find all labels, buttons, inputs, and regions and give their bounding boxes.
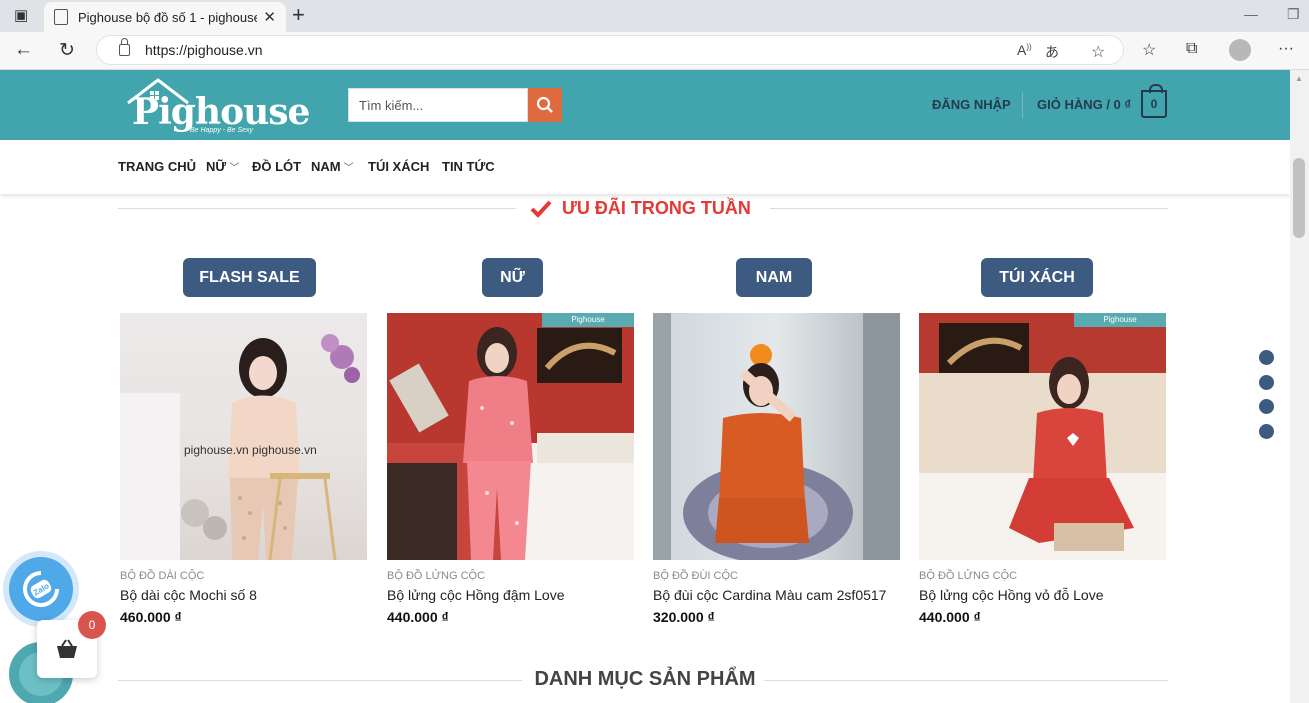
lock-icon [119, 38, 130, 56]
chevron-down-icon: ﹀ [343, 163, 354, 174]
search-button[interactable] [528, 88, 562, 122]
product-image[interactable] [653, 313, 900, 560]
product-price: 320.000 ₫ [653, 609, 715, 625]
brand-stamp: Pighouse [542, 313, 634, 327]
menu-item-tui-xach[interactable]: TÚI XÁCH [368, 159, 429, 174]
more-menu-icon[interactable]: ··· [1278, 40, 1294, 58]
search-icon [536, 96, 553, 113]
favorites-icon[interactable]: ☆ [1142, 40, 1156, 60]
section-divider [118, 208, 516, 209]
read-aloud-icon[interactable]: A)) [1017, 42, 1032, 58]
address-bar: ← ↻ https://pighouse.vn A)) あ ☆ ☆ ⧉ ··· [0, 32, 1309, 70]
main-menu: TRANG CHỦ NỮ ﹀ ĐỒ LÓT NAM ﹀ TÚI XÁCH TIN T… [0, 140, 1290, 194]
translate-icon[interactable]: あ [1045, 42, 1059, 62]
product-name[interactable]: Bộ lửng cộc Hồng đậm Love [387, 587, 634, 603]
scrollbar[interactable]: ▲ [1290, 70, 1309, 703]
image-watermark: pighouse.vn pighouse.vn [184, 443, 317, 457]
section-divider [770, 208, 1168, 209]
logo-tagline: Be Happy - Be Sexy [190, 127, 254, 134]
product-name[interactable]: Bộ lửng cộc Hồng vỏ đỗ Love [919, 587, 1166, 603]
product-category: BỘ ĐỒ LỬNG CỘC [919, 570, 1018, 582]
menu-item-nu[interactable]: NỮ ﹀ [206, 159, 239, 174]
checkmark-icon [530, 200, 552, 218]
cart-bag-icon[interactable]: 0 [1141, 84, 1167, 118]
scroll-up-icon[interactable]: ▲ [1295, 74, 1303, 83]
menu-item-do-lot[interactable]: ĐỒ LÓT [252, 159, 301, 174]
menu-item-nam[interactable]: NAM ﹀ [311, 159, 354, 174]
back-icon[interactable]: ← [14, 39, 33, 61]
site-logo[interactable]: Pighouse Be Happy - Be Sexy [122, 75, 310, 137]
product-category: BỘ ĐỒ DÀI CỘC [120, 570, 205, 582]
product-category: BỘ ĐỒ LỬNG CỘC [387, 570, 486, 582]
brand-stamp: Pighouse [1074, 313, 1166, 327]
product-image[interactable]: pighouse.vn pighouse.vn [120, 313, 367, 560]
cart-count-badge: 0 [78, 611, 106, 639]
category-section-title: DANH MỤC SẢN PHẨM [534, 668, 756, 690]
product-card[interactable]: Pighouse BỘ ĐỒ LỬNG CỘC Bộ lửng cộc Hồng… [387, 313, 634, 625]
zalo-chat-button[interactable]: Zalo [9, 557, 73, 621]
product-price: 460.000 ₫ [120, 609, 182, 625]
menu-item-tin-tuc[interactable]: TIN TỨC [442, 159, 495, 174]
product-category: BỘ ĐỒ ĐÙI CỘC [653, 570, 738, 582]
product-card[interactable]: Pighouse BỘ ĐỒ LỬNG CỘC Bộ lửng cộc Hồng… [919, 313, 1166, 625]
tab-actions-icon[interactable]: ▣ [14, 6, 28, 24]
new-tab-icon[interactable]: + [292, 4, 305, 26]
product-name[interactable]: Bộ dài cộc Mochi số 8 [120, 587, 367, 603]
menu-item-trang-chu[interactable]: TRANG CHỦ [118, 159, 196, 174]
nam-button[interactable]: NAM [736, 258, 812, 297]
header-divider [1022, 92, 1023, 118]
product-card[interactable]: pighouse.vn pighouse.vn BỘ ĐỒ DÀI CỘC Bộ… [120, 313, 367, 625]
page-dot-nav[interactable] [1259, 399, 1274, 414]
section-title: ƯU ĐÃI TRONG TUẦN [530, 198, 751, 219]
page-dot-nav[interactable] [1259, 424, 1274, 439]
product-card[interactable]: BỘ ĐỒ ĐÙI CỘC Bộ đùi cộc Cardina Màu cam… [653, 313, 900, 625]
chevron-down-icon: ﹀ [229, 163, 240, 174]
basket-icon [57, 639, 77, 658]
cart-link[interactable]: GIỎ HÀNG / 0 ₫ [1037, 97, 1131, 112]
site-header: Pighouse Be Happy - Be Sexy Tìm kiếm... … [0, 70, 1290, 140]
nu-button[interactable]: NỮ [482, 258, 543, 297]
url-text: https://pighouse.vn [145, 42, 263, 58]
page-dot-nav[interactable] [1259, 350, 1274, 365]
flash-sale-button[interactable]: FLASH SALE [183, 258, 316, 297]
refresh-icon[interactable]: ↻ [59, 39, 75, 62]
collections-icon[interactable]: ⧉ [1186, 40, 1197, 58]
page-icon [54, 9, 68, 25]
search-input[interactable]: Tìm kiếm... [348, 88, 528, 122]
product-image[interactable]: Pighouse [387, 313, 634, 560]
web-page: Pighouse Be Happy - Be Sexy Tìm kiếm... … [0, 70, 1290, 703]
minimize-icon[interactable]: — [1244, 6, 1258, 22]
browser-tab-bar: ▣ Pighouse bộ đồ số 1 - pighouse. ✕ + — … [0, 0, 1309, 32]
favorite-add-icon[interactable]: ☆ [1091, 42, 1105, 62]
scroll-thumb[interactable] [1293, 158, 1305, 238]
product-image[interactable]: Pighouse [919, 313, 1166, 560]
close-tab-icon[interactable]: ✕ [263, 8, 276, 26]
tui-xach-button[interactable]: TÚI XÁCH [981, 258, 1093, 297]
product-price: 440.000 ₫ [387, 609, 449, 625]
restore-icon[interactable]: ❐ [1287, 6, 1300, 23]
login-link[interactable]: ĐĂNG NHẬP [932, 97, 1011, 112]
product-price: 440.000 ₫ [919, 609, 981, 625]
browser-tab[interactable]: Pighouse bộ đồ số 1 - pighouse. ✕ [44, 2, 286, 32]
zalo-icon: Zalo [23, 571, 59, 607]
tab-title: Pighouse bộ đồ số 1 - pighouse. [78, 9, 258, 25]
product-name[interactable]: Bộ đùi cộc Cardina Màu cam 2sf0517 [653, 587, 900, 603]
page-dot-nav[interactable] [1259, 375, 1274, 390]
url-field[interactable]: https://pighouse.vn A)) あ ☆ [96, 35, 1124, 65]
profile-avatar[interactable] [1229, 39, 1251, 61]
